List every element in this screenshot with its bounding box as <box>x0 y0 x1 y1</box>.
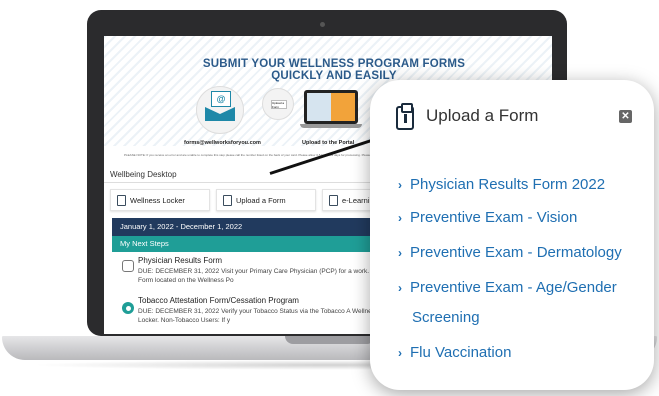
portal-option[interactable] <box>300 86 364 138</box>
tile-wellness-locker[interactable]: Wellness Locker <box>110 189 210 211</box>
tile-label: Upload a Form <box>236 195 286 205</box>
email-option-label[interactable]: forms@wellworksforyou.com <box>184 140 261 146</box>
form-link-label: Preventive Exam - Vision <box>410 209 578 226</box>
laptop-icon <box>304 90 358 124</box>
upload-form-preview: Upload a Form <box>262 88 294 120</box>
wellbeing-title: Wellbeing Desktop <box>110 170 177 179</box>
tile-upload-form[interactable]: Upload a Form <box>216 189 316 211</box>
form-link-label-continuation: Screening <box>412 309 480 326</box>
form-link-label: Preventive Exam - Age/Gender <box>410 279 617 296</box>
step-title[interactable]: Physician Results Form <box>138 256 222 265</box>
at-sign-icon: @ <box>211 91 231 107</box>
popup-title: Upload a Form <box>426 106 539 125</box>
chevron-right-icon: › <box>398 281 402 295</box>
chevron-right-icon: › <box>398 211 402 225</box>
form-link-label: Physician Results Form 2022 <box>410 176 606 193</box>
mini-screen <box>307 93 355 121</box>
form-link-physician-results[interactable]: › Physician Results Form 2022 <box>398 170 605 200</box>
chevron-right-icon: › <box>398 246 402 260</box>
form-link-flu-vaccination[interactable]: › Flu Vaccination <box>398 338 511 368</box>
gear-icon <box>122 302 134 314</box>
chevron-right-icon: › <box>398 178 402 192</box>
form-link-vision[interactable]: › Preventive Exam - Vision <box>398 203 577 233</box>
clipboard-upload-icon <box>396 103 414 130</box>
elearning-icon <box>329 194 338 206</box>
camera-dot <box>320 22 325 27</box>
form-link-dermatology[interactable]: › Preventive Exam - Dermatology <box>398 238 622 268</box>
laptop-notch <box>285 336 375 344</box>
form-link-label: Flu Vaccination <box>410 344 512 361</box>
clipboard-icon <box>223 194 232 206</box>
mini-laptop-base <box>300 124 362 128</box>
form-link-age-gender[interactable]: › Preventive Exam - Age/Gender Screening <box>398 273 617 333</box>
tile-label: Wellness Locker <box>130 195 185 205</box>
mini-doc-label: Upload a Form <box>271 100 287 109</box>
chevron-right-icon: › <box>398 346 402 360</box>
pdf-icon <box>122 260 134 272</box>
form-link-label: Preventive Exam - Dermatology <box>410 244 622 261</box>
step-title[interactable]: Tobacco Attestation Form/Cessation Progr… <box>138 296 299 305</box>
document-icon <box>117 194 126 206</box>
upload-form-popup: Upload a Form ✕ › Physician Results Form … <box>370 80 654 390</box>
email-option[interactable]: @ <box>196 86 244 134</box>
portal-option-label[interactable]: Upload to the Portal <box>302 140 354 146</box>
page-headline: SUBMIT YOUR WELLNESS PROGRAM FORMS QUICK… <box>202 58 466 82</box>
close-icon[interactable]: ✕ <box>619 110 632 123</box>
